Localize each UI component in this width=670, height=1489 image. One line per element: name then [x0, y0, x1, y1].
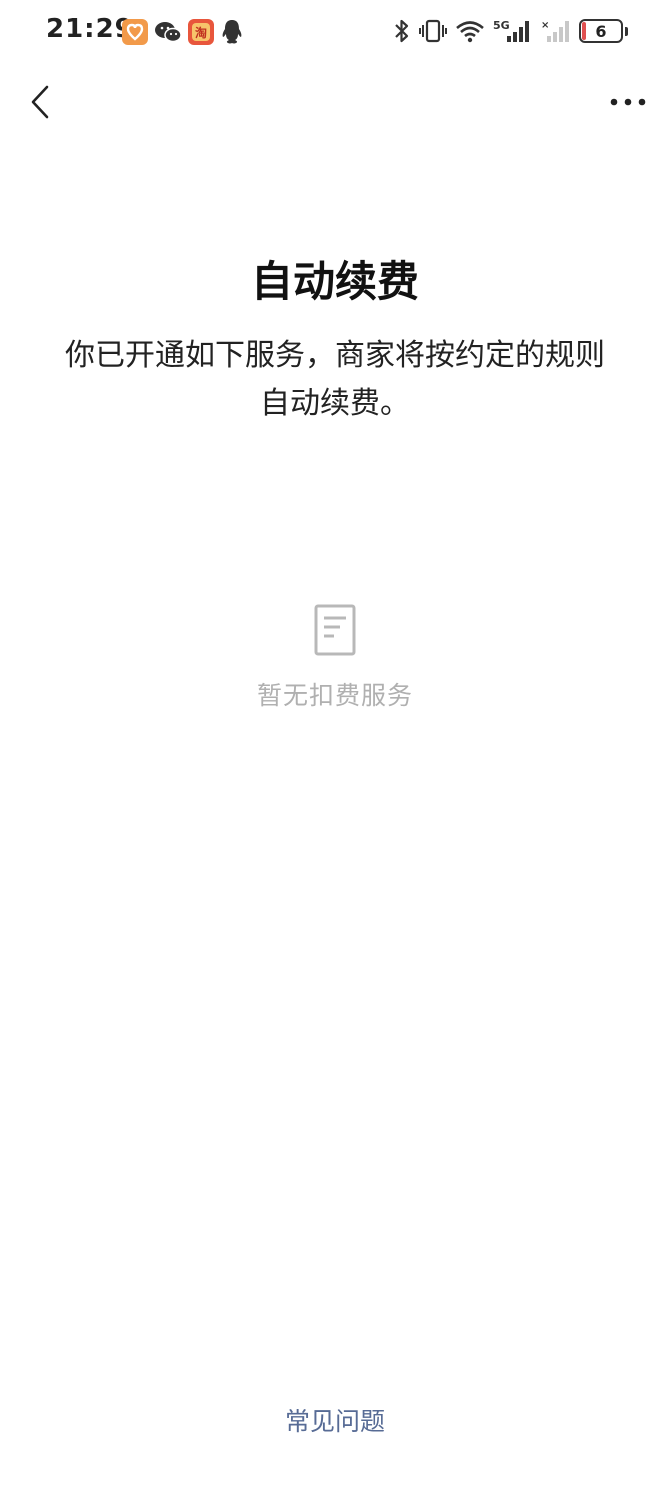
document-icon [314, 604, 356, 656]
screen: 21:29 淘 5G × 6 自动续费 你已开通如下服务，商家将按约定的规则自动… [0, 0, 670, 1489]
taobao-icon: 淘 [188, 19, 214, 45]
wechat-icon [155, 22, 182, 43]
status-bar: 21:29 淘 5G × 6 [0, 0, 670, 64]
bluetooth-icon [395, 19, 409, 43]
status-time: 21:29 [46, 14, 134, 44]
battery-icon: 6 [579, 19, 623, 43]
empty-state-text: 暂无扣费服务 [256, 681, 413, 710]
signal-5g-icon: 5G [493, 19, 529, 42]
qq-icon [222, 20, 242, 44]
svg-text:×: × [541, 20, 549, 31]
page-title: 自动续费 [250, 257, 419, 306]
empty-state: 暂无扣费服务 [0, 604, 670, 712]
battery-tip [625, 26, 628, 36]
system-icons: 5G × 6 [393, 18, 628, 44]
nav-bar [0, 64, 670, 138]
svg-text:淘: 淘 [195, 25, 207, 40]
back-button[interactable] [20, 80, 60, 124]
signal-no-sim-icon: × [541, 20, 569, 42]
notification-icons: 淘 [122, 19, 244, 45]
health-app-icon [122, 19, 148, 45]
more-dots-icon [610, 98, 646, 106]
svg-text:5G: 5G [493, 19, 510, 32]
vibrate-icon [419, 19, 447, 43]
more-button[interactable] [606, 80, 650, 124]
faq-link[interactable]: 常见问题 [0, 1402, 670, 1438]
chevron-left-icon [31, 85, 49, 119]
battery-level: 6 [595, 21, 607, 41]
wifi-icon [456, 21, 484, 43]
page-description: 你已开通如下服务，商家将按约定的规则自动续费。 [65, 338, 605, 421]
